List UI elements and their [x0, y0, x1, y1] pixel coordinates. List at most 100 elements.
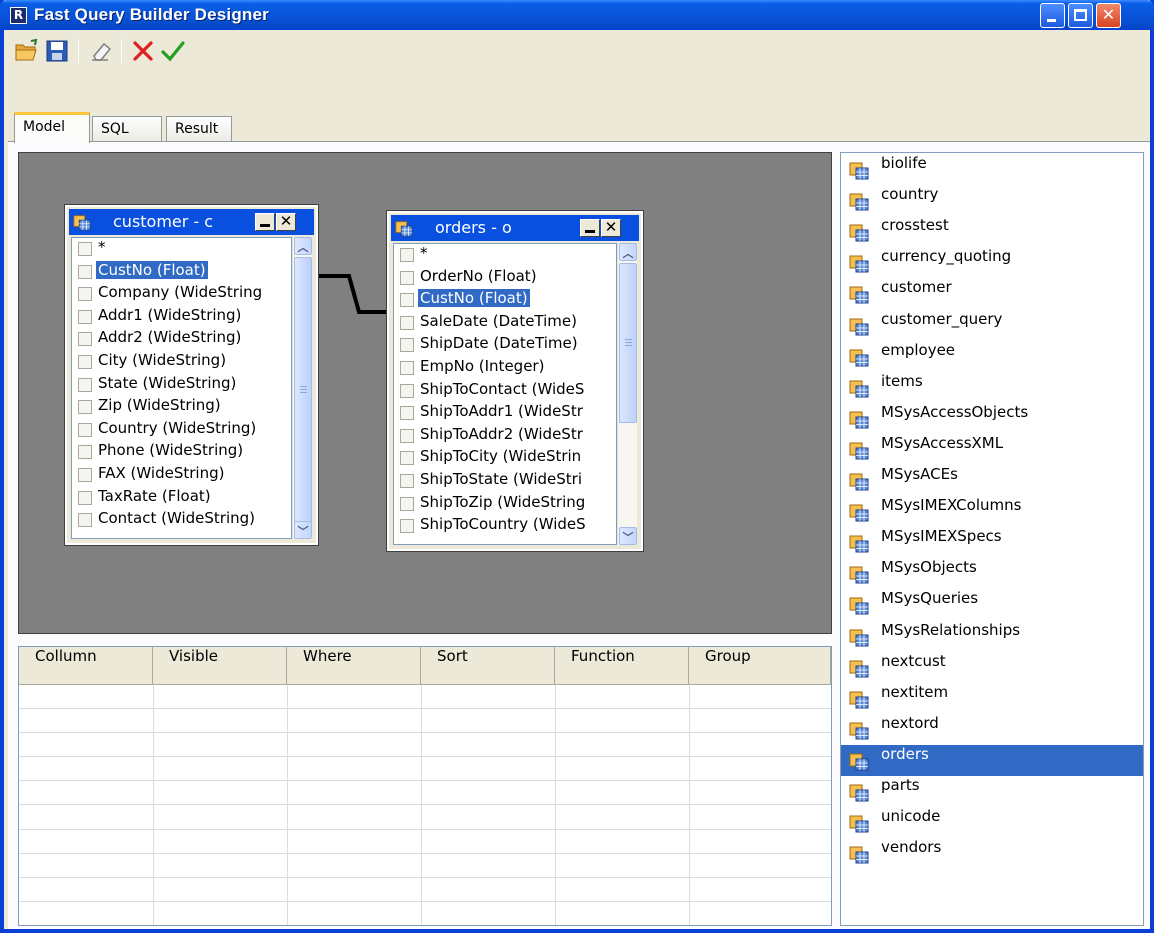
grid-row[interactable] [19, 806, 831, 830]
field-row[interactable]: State (WideString) [72, 374, 291, 397]
grid-column-header[interactable]: Collumn [19, 647, 153, 685]
field-checkbox[interactable] [78, 377, 92, 392]
field-row[interactable]: * [394, 244, 616, 267]
table-list-item[interactable]: MSysObjects [841, 558, 1143, 589]
table-list-item[interactable]: employee [841, 341, 1143, 372]
table-list-item[interactable]: items [841, 372, 1143, 403]
field-checkbox[interactable] [400, 360, 414, 375]
field-row[interactable]: ShipToCity (WideStrin [394, 447, 616, 470]
tab-result[interactable]: Result [166, 116, 232, 142]
grid-row[interactable] [19, 878, 831, 902]
table-list-item[interactable]: MSysAccessXML [841, 434, 1143, 465]
table-list-item[interactable]: currency_quoting [841, 247, 1143, 278]
field-list[interactable]: * CustNo (Float) Company (WideString Addr1 … [71, 237, 292, 539]
table-window-titlebar[interactable]: orders - o ✕ [391, 215, 639, 241]
table-list-item[interactable]: vendors [841, 838, 1143, 869]
table-list-item[interactable]: nextord [841, 714, 1143, 745]
grid-row[interactable] [19, 854, 831, 878]
field-checkbox[interactable] [78, 332, 92, 347]
field-list-scrollbar[interactable]: ︿ ﹀ [292, 237, 312, 539]
field-checkbox[interactable] [400, 519, 414, 534]
scroll-up-button[interactable]: ︿ [619, 243, 637, 261]
eraser-icon[interactable] [88, 38, 114, 64]
grid-row[interactable] [19, 685, 831, 710]
field-checkbox[interactable] [400, 451, 414, 466]
table-list-item[interactable]: nextcust [841, 652, 1143, 683]
field-checkbox[interactable] [78, 513, 92, 528]
tab-sql[interactable]: SQL [92, 116, 162, 142]
field-row[interactable]: ShipToContact (WideS [394, 380, 616, 403]
field-row[interactable]: Addr2 (WideString) [72, 328, 291, 351]
grid-row[interactable] [19, 709, 831, 734]
table-list-item[interactable]: crosstest [841, 216, 1143, 247]
table-list-item[interactable]: country [841, 185, 1143, 216]
grid-column-header[interactable]: Function [555, 647, 689, 685]
table-window-customer[interactable]: customer - c ✕ * CustNo (Float) Company (W… [64, 204, 319, 546]
table-minimize-button[interactable] [255, 213, 275, 231]
grid-column-header[interactable]: Sort [421, 647, 555, 685]
save-icon[interactable] [44, 38, 70, 64]
table-window-titlebar[interactable]: customer - c ✕ [69, 209, 314, 235]
field-row[interactable]: SaleDate (DateTime) [394, 312, 616, 335]
field-checkbox[interactable] [400, 315, 414, 330]
scroll-thumb[interactable] [294, 257, 312, 523]
scroll-down-button[interactable]: ﹀ [294, 521, 312, 539]
field-checkbox[interactable] [400, 473, 414, 488]
field-row[interactable]: FAX (WideString) [72, 464, 291, 487]
table-list-item[interactable]: MSysACEs [841, 465, 1143, 496]
field-checkbox[interactable] [78, 264, 92, 279]
field-checkbox[interactable] [400, 496, 414, 511]
field-checkbox[interactable] [78, 287, 92, 302]
table-minimize-button[interactable] [580, 219, 600, 237]
field-checkbox[interactable] [400, 248, 414, 262]
scroll-thumb[interactable] [619, 263, 637, 423]
field-row[interactable]: City (WideString) [72, 351, 291, 374]
field-row[interactable]: ShipToAddr2 (WideStr [394, 425, 616, 448]
table-list[interactable]: biolife country crosstest currency_quotingc… [840, 152, 1144, 926]
grid-column-header[interactable]: Visible [153, 647, 287, 685]
table-window-orders[interactable]: orders - o ✕ * OrderNo (Float) CustNo (Flo… [386, 210, 644, 552]
field-checkbox[interactable] [400, 383, 414, 398]
field-checkbox[interactable] [400, 293, 414, 308]
table-list-item[interactable]: MSysIMEXSpecs [841, 527, 1143, 558]
field-list[interactable]: * OrderNo (Float) CustNo (Float) SaleDate (… [393, 243, 617, 545]
field-row[interactable]: OrderNo (Float) [394, 267, 616, 290]
field-row[interactable]: Company (WideString [72, 283, 291, 306]
table-list-item[interactable]: orders [841, 744, 1143, 776]
table-list-item[interactable]: parts [841, 776, 1143, 807]
field-checkbox[interactable] [400, 428, 414, 443]
cancel-icon[interactable] [130, 38, 156, 64]
table-list-item[interactable]: customer_query [841, 310, 1143, 341]
grid-row[interactable] [19, 830, 831, 854]
scroll-down-button[interactable]: ﹀ [619, 527, 637, 545]
table-list-item[interactable]: MSysAccessObjects [841, 403, 1143, 434]
field-row[interactable]: Country (WideString) [72, 419, 291, 442]
field-row[interactable]: ShipDate (DateTime) [394, 334, 616, 357]
field-row[interactable]: ShipToAddr1 (WideStr [394, 402, 616, 425]
field-checkbox[interactable] [78, 445, 92, 460]
field-checkbox[interactable] [400, 270, 414, 285]
table-list-item[interactable]: MSysIMEXColumns [841, 496, 1143, 527]
model-canvas[interactable]: customer - c ✕ * CustNo (Float) Company (W… [18, 152, 832, 634]
field-row[interactable]: ShipToZip (WideString [394, 493, 616, 516]
field-row[interactable]: Contact (WideString) [72, 509, 291, 532]
field-row[interactable]: TaxRate (Float) [72, 487, 291, 510]
grid-column-header[interactable]: Group [689, 647, 831, 685]
field-row[interactable]: * [72, 238, 291, 261]
field-row[interactable]: CustNo (Float) [72, 260, 291, 284]
table-list-item[interactable]: nextitem [841, 683, 1143, 714]
field-checkbox[interactable] [78, 242, 92, 256]
table-list-item[interactable]: biolife [841, 154, 1143, 185]
ok-icon[interactable] [160, 38, 186, 64]
minimize-button[interactable] [1040, 3, 1065, 28]
field-checkbox[interactable] [78, 422, 92, 437]
table-close-button[interactable]: ✕ [601, 218, 621, 237]
field-row[interactable]: CustNo (Float) [394, 289, 616, 312]
field-row[interactable]: Addr1 (WideString) [72, 306, 291, 329]
grid-row[interactable] [19, 781, 831, 806]
field-row[interactable]: EmpNo (Integer) [394, 357, 616, 380]
open-icon[interactable] [14, 38, 40, 64]
table-list-item[interactable]: unicode [841, 807, 1143, 838]
tab-model[interactable]: Model [14, 112, 90, 143]
table-list-item[interactable]: MSysQueries [841, 589, 1143, 620]
